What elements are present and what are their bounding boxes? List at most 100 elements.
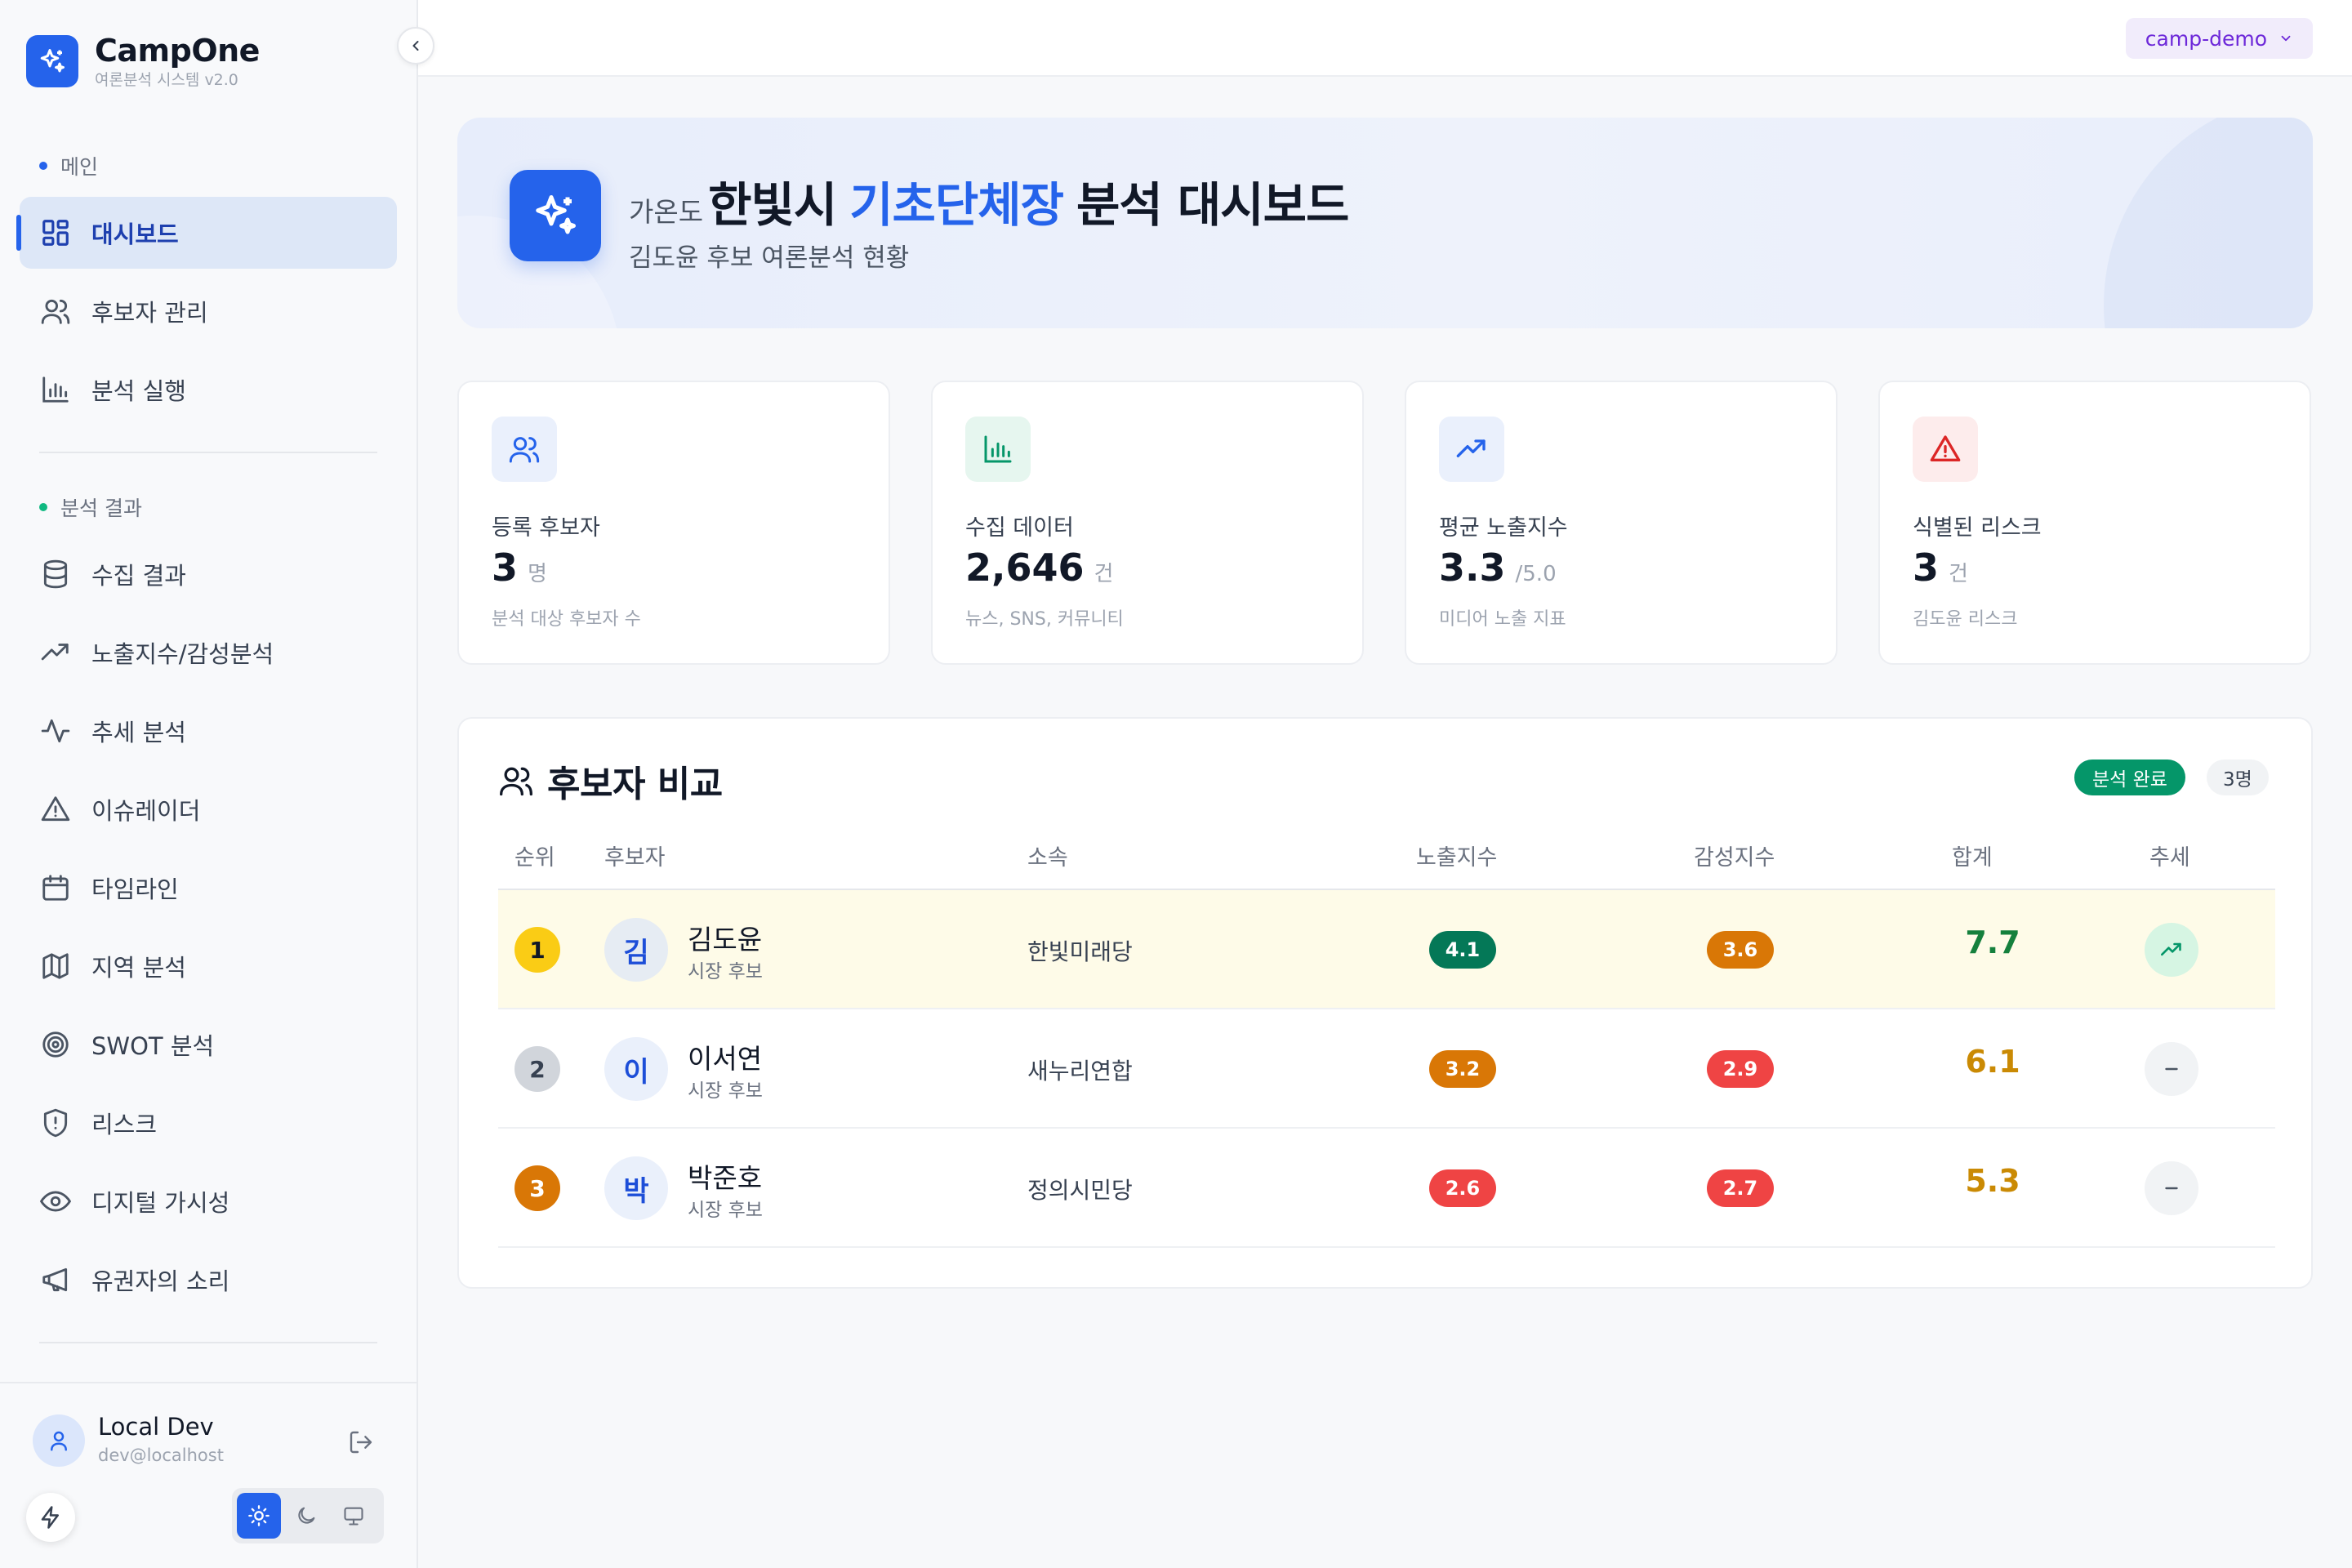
users-icon — [492, 416, 557, 482]
target-icon — [39, 1028, 72, 1061]
bar-chart-icon — [39, 373, 72, 406]
alert-triangle-icon — [1913, 416, 1978, 482]
candidate-name: 이서연 — [688, 1043, 763, 1075]
total-score: 5.3 — [1965, 1163, 2020, 1199]
title-prefix: 가온도 — [629, 196, 704, 228]
sidebar-item-label: 수집 결과 — [91, 562, 186, 590]
rank-badge: 1 — [514, 927, 560, 973]
exposure-score: 3.2 — [1429, 1050, 1496, 1088]
sentiment-score: 3.6 — [1707, 931, 1774, 969]
sidebar-item-label: 타임라인 — [91, 875, 179, 903]
sidebar-item-run-analysis[interactable]: 분석 실행 — [20, 354, 397, 425]
stat-value: 3 명 — [492, 546, 547, 590]
workspace-label: camp-demo — [2145, 26, 2267, 51]
table-row[interactable]: 1 김 김도윤 시장 후보 한빛미래당 4.1 3.6 7.7 — [498, 890, 2275, 1009]
title-rest: 분석 대시보드 — [1076, 177, 1349, 233]
moon-icon[interactable] — [284, 1493, 328, 1539]
avatar: 김 — [604, 918, 668, 982]
table-row[interactable]: 3 박 박준호 시장 후보 정의시민당 2.6 2.7 5.3 — [498, 1129, 2275, 1248]
brand[interactable]: CampOne 여론분석 시스템 v2.0 — [26, 33, 260, 90]
sidebar-item-label: 후보자 관리 — [91, 299, 208, 327]
candidate-role: 시장 후보 — [688, 961, 763, 982]
workspace-selector[interactable]: camp-demo — [2125, 18, 2313, 59]
candidate-party: 한빛미래당 — [1027, 938, 1133, 965]
sidebar-item-risk[interactable]: 리스크 — [20, 1087, 397, 1159]
column-header-sentiment: 감성지수 — [1694, 845, 1775, 871]
page-subtitle: 김도윤 후보 여론분석 현황 — [629, 243, 910, 273]
alert-triangle-icon — [39, 793, 72, 826]
trending-up-icon — [1439, 416, 1504, 482]
count-badge: 3명 — [2207, 760, 2269, 795]
chevron-down-icon — [2278, 27, 2293, 51]
rank-badge: 3 — [514, 1165, 560, 1211]
sidebar-item-label: 노출지수/감성분석 — [91, 640, 274, 668]
avatar[interactable] — [33, 1414, 85, 1467]
section-title: 후보자 비교 — [498, 755, 723, 807]
users-icon — [39, 295, 72, 327]
sidebar-item-exposure-sentiment[interactable]: 노출지수/감성분석 — [20, 617, 397, 688]
sentiment-score: 2.7 — [1707, 1169, 1774, 1207]
stat-label: 식별된 리스크 — [1913, 515, 2042, 541]
sidebar-item-collection[interactable]: 수집 결과 — [20, 538, 397, 610]
table-row[interactable]: 2 이 이서연 시장 후보 새누리연합 3.2 2.9 6.1 — [498, 1009, 2275, 1129]
stat-label: 평균 노출지수 — [1439, 515, 1568, 541]
sidebar-item-label: 유권자의 소리 — [91, 1267, 230, 1295]
candidate-name: 박준호 — [688, 1162, 763, 1194]
sidebar-item-candidates[interactable]: 후보자 관리 — [20, 275, 397, 347]
sidebar-item-label: 분석 실행 — [91, 377, 186, 405]
sidebar-item-trend[interactable]: 추세 분석 — [20, 695, 397, 767]
stat-description: 분석 대상 후보자 수 — [492, 609, 641, 630]
sidebar-item-region[interactable]: 지역 분석 — [20, 930, 397, 1002]
hero-decoration — [2104, 118, 2313, 328]
stat-card-risks: 식별된 리스크 3 건 김도윤 리스크 — [1878, 381, 2311, 665]
stat-label: 등록 후보자 — [492, 515, 600, 541]
column-header-rank: 순위 — [514, 845, 555, 871]
bar-chart-icon — [965, 416, 1031, 482]
sentiment-score: 2.9 — [1707, 1050, 1774, 1088]
sidebar-item-swot[interactable]: SWOT 분석 — [20, 1009, 397, 1080]
sidebar-item-label: SWOT 분석 — [91, 1032, 215, 1060]
users-icon — [498, 763, 534, 799]
hero-banner: 가온도 한빛시 기초단체장 분석 대시보드 김도윤 후보 여론분석 현황 — [457, 118, 2313, 328]
chevron-left-icon — [412, 41, 419, 51]
exposure-score: 2.6 — [1429, 1169, 1496, 1207]
sidebar-item-label: 대시보드 — [91, 220, 179, 248]
trend-flat-icon — [2145, 1161, 2198, 1215]
stat-description: 뉴스, SNS, 커뮤니티 — [965, 609, 1124, 630]
nav-section-main: 메인 — [39, 151, 98, 180]
column-header-party: 소속 — [1027, 845, 1068, 871]
total-score: 6.1 — [1965, 1044, 2020, 1080]
candidate-party: 새누리연합 — [1027, 1058, 1133, 1085]
stat-value: 3.3 /5.0 — [1439, 546, 1557, 590]
user-area: Local Dev dev@localhost — [0, 1382, 416, 1568]
sidebar-item-label: 디지털 가시성 — [91, 1189, 230, 1217]
user-name: Local Dev — [98, 1413, 214, 1441]
map-icon — [39, 950, 72, 982]
sidebar-item-digital-visibility[interactable]: 디지털 가시성 — [20, 1165, 397, 1237]
top-bar: camp-demo — [418, 0, 2352, 77]
sun-icon[interactable] — [237, 1493, 281, 1539]
total-score: 7.7 — [1965, 924, 2020, 960]
lightning-icon[interactable] — [26, 1493, 75, 1542]
page-title: 가온도 한빛시 기초단체장 분석 대시보드 — [629, 167, 1349, 235]
sidebar-item-label: 리스크 — [91, 1111, 158, 1138]
monitor-icon[interactable] — [332, 1493, 376, 1539]
sidebar-item-timeline[interactable]: 타임라인 — [20, 852, 397, 924]
user-email: dev@localhost — [98, 1446, 224, 1465]
stat-card-avg-exposure: 평균 노출지수 3.3 /5.0 미디어 노출 지표 — [1405, 381, 1838, 665]
database-icon — [39, 558, 72, 590]
collapse-sidebar-button[interactable] — [397, 27, 434, 65]
column-header-total: 합계 — [1952, 845, 1993, 871]
sidebar-item-label: 이슈레이더 — [91, 797, 201, 825]
column-header-exposure: 노출지수 — [1416, 845, 1498, 871]
avatar: 박 — [604, 1156, 668, 1220]
status-badge: 분석 완료 — [2074, 760, 2185, 795]
sidebar-item-issue-radar[interactable]: 이슈레이더 — [20, 773, 397, 845]
app-subtitle: 여론분석 시스템 v2.0 — [95, 71, 238, 89]
stat-value: 2,646 건 — [965, 546, 1114, 590]
sidebar-item-voter-voice[interactable]: 유권자의 소리 — [20, 1244, 397, 1316]
logout-icon[interactable] — [343, 1424, 379, 1460]
calendar-icon — [39, 871, 72, 904]
candidate-comparison-card: 후보자 비교 분석 완료 3명 순위 후보자 소속 노출지수 감성지수 합계 추… — [457, 717, 2313, 1289]
sidebar-item-dashboard[interactable]: 대시보드 — [16, 197, 397, 269]
